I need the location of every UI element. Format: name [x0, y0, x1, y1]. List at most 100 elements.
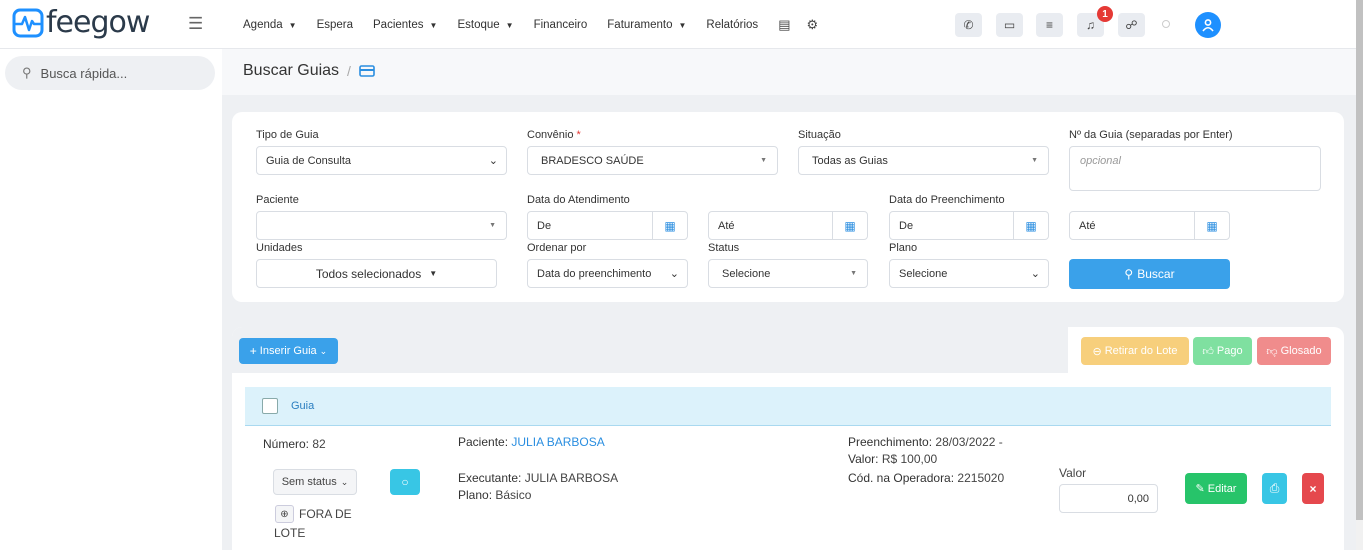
paciente-select[interactable]: ▼: [256, 211, 507, 240]
tipo-guia-label: Tipo de Guia: [256, 129, 319, 141]
printer-icon: ⎙: [1269, 481, 1280, 495]
delete-button[interactable]: ×: [1302, 473, 1324, 504]
valor-input[interactable]: 0,00: [1059, 484, 1158, 513]
num-guia-label: Nº da Guia (separadas por Enter): [1069, 129, 1233, 141]
ordenar-por-label: Ordenar por: [527, 242, 587, 254]
caret-down-icon: ▼: [1031, 157, 1038, 164]
data-atendimento-de-input[interactable]: De ▦: [527, 211, 688, 240]
status-select[interactable]: Selecione ▼: [708, 259, 868, 288]
ordenar-por-select[interactable]: Data do preenchimento ⌄: [527, 259, 688, 288]
guia-preenchimento: Preenchimento: 28/03/2022 -: [848, 435, 1003, 449]
data-atendimento-ate-input[interactable]: Até ▦: [708, 211, 868, 240]
calendar-icon[interactable]: ▦: [1194, 212, 1229, 239]
nav-agenda[interactable]: Agenda ▼: [243, 19, 297, 31]
breadcrumb: Buscar Guias /: [243, 62, 375, 80]
status-dot-icon: [1162, 20, 1170, 28]
quick-search-input[interactable]: ⚲ Busca rápida...: [5, 56, 215, 90]
chevron-down-icon: ⌄: [319, 345, 328, 356]
guia-paciente: Paciente: JULIA BARBOSA: [458, 435, 605, 449]
valor-input-label: Valor: [1059, 466, 1087, 480]
page-scrollbar[interactable]: [1356, 0, 1363, 550]
caret-down-icon: ▼: [760, 157, 767, 164]
heartbeat-logo-icon: [12, 8, 44, 38]
inserir-guia-button[interactable]: + Inserir Guia ⌄: [239, 338, 338, 364]
data-preenchimento-label: Data do Preenchimento: [889, 194, 1005, 206]
phone-icon[interactable]: ✆: [955, 13, 982, 37]
feegow-logo[interactable]: feegow: [12, 8, 150, 38]
calendar-icon[interactable]: ▦: [652, 212, 687, 239]
select-all-checkbox[interactable]: [262, 398, 278, 414]
caret-down-icon: ▼: [850, 270, 857, 277]
plus-icon: +: [249, 344, 257, 358]
gear-icon[interactable]: ⚙: [806, 17, 818, 33]
guia-numero: Número: 82: [263, 437, 326, 451]
chevron-down-icon: ⌄: [669, 268, 679, 280]
top-navbar: feegow ☰ Agenda ▼ Espera Pacientes ▼ Estoq…: [0, 0, 1356, 49]
status-dropdown-button[interactable]: Sem status ⌄: [273, 469, 357, 495]
main-nav: Agenda ▼ Espera Pacientes ▼ Estoque ▼ Finan…: [243, 17, 834, 33]
chat-icon[interactable]: ☍: [1118, 13, 1145, 37]
nav-pacientes[interactable]: Pacientes ▼: [373, 19, 437, 31]
unidades-multiselect[interactable]: Todos selecionados ▼: [256, 259, 497, 288]
thumbs-down-icon: 👎︎: [1266, 345, 1278, 358]
status-label: Status: [708, 242, 740, 254]
scrollbar-thumb[interactable]: [1356, 0, 1363, 520]
chat-bubble-icon: ○: [401, 475, 409, 489]
thumbs-up-icon: 👍︎: [1202, 345, 1214, 358]
caret-down-icon: ▼: [489, 222, 496, 229]
caret-down-icon: ▼: [678, 20, 687, 30]
caret-down-icon: ▼: [288, 20, 297, 30]
convenio-select[interactable]: BRADESCO SAÚDE ▼: [527, 146, 778, 175]
plano-select[interactable]: Selecione ⌄: [889, 259, 1049, 288]
task-list-icon[interactable]: ≡: [1036, 13, 1063, 37]
guia-cod-operadora: Cód. na Operadora: 2215020: [848, 471, 1005, 485]
nav-financeiro[interactable]: Financeiro: [534, 19, 588, 31]
user-avatar-icon[interactable]: [1195, 12, 1221, 38]
nav-faturamento[interactable]: Faturamento ▼: [607, 19, 686, 31]
guia-plano: Plano: Básico: [458, 488, 532, 502]
comment-button[interactable]: ○: [390, 469, 420, 495]
data-preenchimento-de-input[interactable]: De ▦: [889, 211, 1049, 240]
calendar-icon[interactable]: ▦: [832, 212, 867, 239]
nav-estoque[interactable]: Estoque ▼: [457, 19, 513, 31]
situacao-select[interactable]: Todas as Guias ▼: [798, 146, 1049, 175]
guia-column-header: Guia: [291, 400, 315, 412]
card-icon: [359, 65, 375, 77]
data-preenchimento-ate-input[interactable]: Até ▦: [1069, 211, 1230, 240]
caret-down-icon: ▼: [429, 20, 438, 30]
breadcrumb-separator: /: [347, 63, 351, 79]
situacao-label: Situação: [798, 129, 841, 141]
editar-button[interactable]: ✎ Editar: [1185, 473, 1247, 504]
buscar-button[interactable]: ⚲ Buscar: [1069, 259, 1230, 289]
menu-toggle-icon[interactable]: ☰: [188, 15, 203, 32]
chevron-down-icon: ⌄: [488, 155, 498, 167]
retirar-lote-button[interactable]: ⊖ Retirar do Lote: [1081, 337, 1189, 365]
print-button[interactable]: ⎙: [1262, 473, 1287, 504]
database-icon[interactable]: ▤: [778, 17, 790, 33]
results-toolbar: [232, 327, 1068, 373]
lote-arrow-icon[interactable]: ⊕: [275, 505, 294, 523]
chevron-down-icon: ⌄: [340, 476, 349, 487]
data-atendimento-label: Data do Atendimento: [527, 194, 630, 206]
calendar-icon[interactable]: ▦: [1013, 212, 1048, 239]
nav-espera[interactable]: Espera: [317, 19, 353, 31]
page-header: [222, 49, 1356, 95]
guia-valor: Valor: R$ 100,00: [848, 452, 938, 466]
edit-icon: ✎: [1195, 483, 1205, 495]
inbox-icon[interactable]: ▭: [996, 13, 1023, 37]
plano-label: Plano: [889, 242, 918, 254]
results-table-header: Guia: [245, 387, 1331, 426]
paciente-link[interactable]: JULIA BARBOSA: [511, 435, 604, 449]
lote-status-line1: FORA DE: [299, 507, 352, 521]
num-guia-textarea[interactable]: opcional: [1069, 146, 1321, 191]
caret-down-icon: ▼: [429, 269, 438, 278]
glosado-button[interactable]: 👎︎ Glosado: [1257, 337, 1331, 365]
page-title: Buscar Guias: [243, 62, 340, 79]
nav-relatorios[interactable]: Relatórios: [706, 19, 758, 31]
caret-down-icon: ▼: [505, 20, 514, 30]
tipo-guia-select[interactable]: Guia de Consulta ⌄: [256, 146, 507, 175]
pago-button[interactable]: 👍︎ Pago: [1193, 337, 1252, 365]
convenio-label: Convênio *: [527, 129, 581, 141]
lote-status-line2: LOTE: [274, 526, 306, 540]
search-icon: ⚲: [22, 65, 32, 80]
